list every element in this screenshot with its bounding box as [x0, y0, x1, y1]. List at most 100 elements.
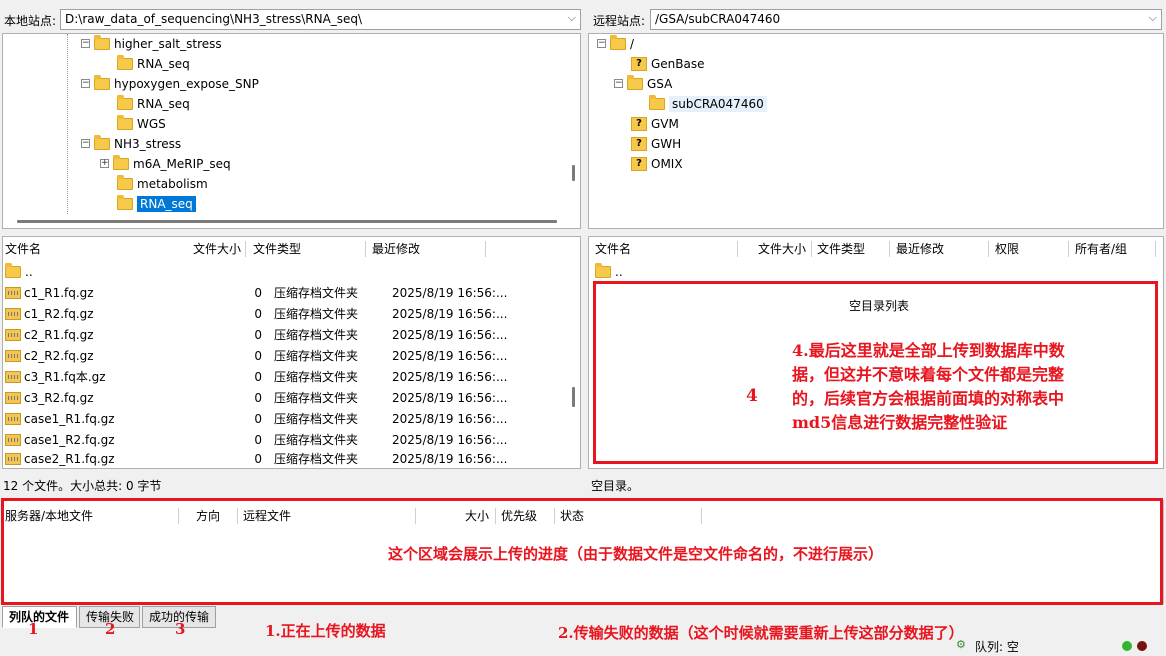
- local-tree-vscroll[interactable]: [572, 165, 575, 181]
- archive-icon: [5, 412, 21, 425]
- collapse-icon[interactable]: −: [597, 39, 606, 48]
- file-name: c3_R1.fq本.gz: [24, 370, 106, 384]
- remote-path-text: /GSA/subCRA047460: [655, 12, 781, 26]
- tree-item-label: GVM: [651, 116, 679, 131]
- archive-icon: [5, 433, 21, 446]
- tree-item-label: subCRA047460: [669, 95, 767, 112]
- local-tree[interactable]: − higher_salt_stress RNA_seq − hypoxygen…: [2, 33, 581, 229]
- tree-item[interactable]: WGS: [117, 114, 166, 133]
- file-modified: 2025/8/19 16:56:...: [392, 327, 508, 342]
- col-header-type[interactable]: 文件类型: [253, 237, 301, 259]
- folder-icon: [117, 194, 133, 210]
- folder-icon: [94, 34, 110, 50]
- local-path-input[interactable]: D:\raw_data_of_sequencing\NH3_stress\RNA…: [60, 9, 581, 30]
- archive-icon: [5, 349, 21, 362]
- tree-item-label: RNA_seq: [137, 56, 190, 71]
- tree-item[interactable]: ? GVM: [631, 114, 679, 133]
- collapse-icon[interactable]: −: [81, 39, 90, 48]
- chevron-down-icon[interactable]: ⌵: [568, 11, 576, 25]
- collapse-icon[interactable]: −: [81, 139, 90, 148]
- tree-item[interactable]: metabolism: [117, 174, 208, 193]
- local-path-text: D:\raw_data_of_sequencing\NH3_stress\RNA…: [65, 12, 363, 26]
- annotation-box4-line4: md5信息进行数据完整性验证: [792, 413, 1008, 432]
- tree-item-current[interactable]: subCRA047460: [649, 94, 767, 113]
- folder-icon: [649, 94, 665, 110]
- tree-item-label: m6A_MeRIP_seq: [133, 156, 231, 171]
- tree-item-label: GSA: [647, 76, 673, 91]
- file-size: 0: [254, 451, 262, 466]
- tree-item[interactable]: − /: [597, 34, 634, 53]
- tree-item-label: hypoxygen_expose_SNP: [114, 76, 259, 91]
- folder-icon: [627, 74, 643, 90]
- local-status: 12 个文件。大小总共: 0 字节: [3, 479, 162, 493]
- tree-item[interactable]: RNA_seq: [117, 54, 190, 73]
- table-row[interactable]: c3_R1.fq本.gz 0 压缩存档文件夹 2025/8/19 16:56:.…: [5, 366, 565, 387]
- tree-item-label: RNA_seq: [137, 96, 190, 111]
- file-name: ..: [25, 264, 33, 279]
- tree-item[interactable]: − NH3_stress: [81, 134, 181, 153]
- table-row[interactable]: case2_R1.fq.gz 0 压缩存档文件夹 2025/8/19 16:56…: [5, 448, 565, 468]
- file-type: 压缩存档文件夹: [274, 349, 359, 363]
- file-name: c1_R1.fq.gz: [24, 285, 94, 300]
- col-header-permissions[interactable]: 权限: [995, 237, 1019, 259]
- col-header-modified[interactable]: 最近修改: [372, 237, 420, 259]
- file-type: 压缩存档文件夹: [274, 452, 359, 466]
- col-header-type[interactable]: 文件类型: [817, 237, 865, 259]
- table-row[interactable]: c2_R1.fq.gz 0 压缩存档文件夹 2025/8/19 16:56:..…: [5, 324, 565, 345]
- local-tree-hscroll[interactable]: [17, 220, 557, 223]
- chevron-down-icon[interactable]: ⌵: [1149, 11, 1157, 25]
- send-indicator-icon: [1137, 641, 1147, 651]
- tree-item[interactable]: RNA_seq: [117, 94, 190, 113]
- table-row[interactable]: c1_R2.fq.gz 0 压缩存档文件夹 2025/8/19 16:56:..…: [5, 303, 565, 324]
- tree-item[interactable]: ? OMIX: [631, 154, 683, 173]
- tab-queued-files[interactable]: 列队的文件: [2, 606, 77, 628]
- col-header-owner[interactable]: 所有者/组: [1075, 237, 1127, 259]
- folder-icon: [117, 174, 133, 190]
- table-row[interactable]: c1_R1.fq.gz 0 压缩存档文件夹 2025/8/19 16:56:..…: [5, 282, 565, 303]
- remote-status: 空目录。: [591, 479, 640, 493]
- file-size: 0: [254, 285, 262, 300]
- file-type: 压缩存档文件夹: [274, 286, 359, 300]
- list-item-parent[interactable]: ..: [5, 261, 33, 282]
- tree-item[interactable]: ? GWH: [631, 134, 681, 153]
- remote-path-input[interactable]: /GSA/subCRA047460 ⌵: [650, 9, 1162, 30]
- tree-item-label: /: [630, 36, 635, 51]
- tree-item[interactable]: ? GenBase: [631, 54, 705, 73]
- expand-icon[interactable]: +: [100, 159, 109, 168]
- annotation-tab-number-2: 2: [105, 620, 116, 638]
- col-header-filename[interactable]: 文件名: [5, 237, 41, 259]
- col-header-modified[interactable]: 最近修改: [896, 237, 944, 259]
- archive-icon: [5, 391, 21, 404]
- table-row[interactable]: case1_R1.fq.gz 0 压缩存档文件夹 2025/8/19 16:56…: [5, 408, 565, 429]
- tree-item[interactable]: + m6A_MeRIP_seq: [100, 154, 231, 173]
- tree-item[interactable]: − hypoxygen_expose_SNP: [81, 74, 259, 93]
- file-type: 压缩存档文件夹: [274, 433, 359, 447]
- tree-item-label: higher_salt_stress: [114, 36, 222, 51]
- remote-tree[interactable]: − / ? GenBase − GSA subCRA047460 ? GVM ?…: [588, 33, 1164, 229]
- tree-item-label: metabolism: [137, 176, 208, 191]
- table-row[interactable]: case1_R2.fq.gz 0 压缩存档文件夹 2025/8/19 16:56…: [5, 429, 565, 450]
- local-file-list[interactable]: ^ 文件名 文件大小 文件类型 最近修改 .. c1_R1.fq.gz 0 压缩…: [2, 236, 581, 469]
- file-modified: 2025/8/19 16:56:...: [392, 451, 508, 466]
- tree-item-label: GenBase: [651, 56, 705, 71]
- annotation-box4-line1: 4.最后这里就是全部上传到数据库中数: [792, 341, 1065, 360]
- list-item-parent[interactable]: ..: [595, 261, 623, 282]
- tree-item[interactable]: − GSA: [614, 74, 672, 93]
- col-header-filename[interactable]: 文件名: [595, 237, 631, 259]
- archive-icon: [5, 286, 21, 299]
- col-header-size[interactable]: 文件大小: [758, 237, 806, 259]
- collapse-icon[interactable]: −: [614, 79, 623, 88]
- collapse-icon[interactable]: −: [81, 79, 90, 88]
- tree-item[interactable]: − higher_salt_stress: [81, 34, 222, 53]
- local-list-vscroll[interactable]: [572, 387, 575, 407]
- file-modified: 2025/8/19 16:56:...: [392, 285, 508, 300]
- tree-item-selected[interactable]: RNA_seq: [117, 194, 196, 213]
- folder-icon: [117, 54, 133, 70]
- table-row[interactable]: c2_R2.fq.gz 0 压缩存档文件夹 2025/8/19 16:56:..…: [5, 345, 565, 366]
- folder-icon: [5, 262, 21, 278]
- table-row[interactable]: c3_R2.fq.gz 0 压缩存档文件夹 2025/8/19 16:56:..…: [5, 387, 565, 408]
- file-name: c2_R1.fq.gz: [24, 327, 94, 342]
- folder-icon: [595, 262, 611, 278]
- file-modified: 2025/8/19 16:56:...: [392, 432, 508, 447]
- col-header-size[interactable]: 文件大小: [193, 237, 241, 259]
